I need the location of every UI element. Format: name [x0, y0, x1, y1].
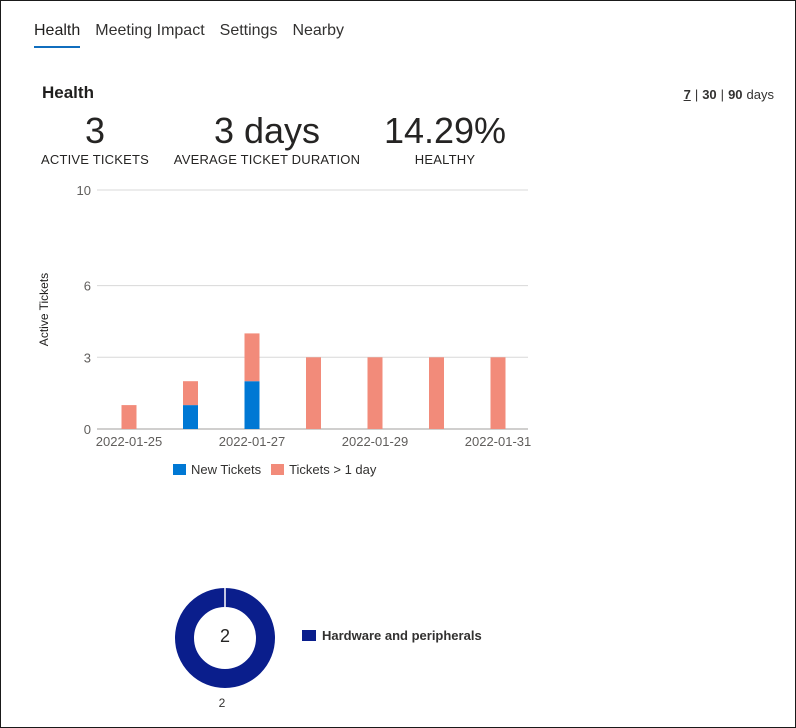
x-tick-label: 2022-01-25: [96, 434, 163, 449]
x-tick-label: 2022-01-29: [342, 434, 409, 449]
y-tick-label: 0: [84, 422, 91, 437]
bar-old-tickets: [367, 357, 383, 429]
bar-old-tickets: [490, 357, 506, 429]
legend-item-new-tickets[interactable]: New Tickets: [173, 462, 261, 477]
legend-label: Hardware and peripherals: [322, 628, 482, 643]
x-tick-label: 2022-01-31: [465, 434, 532, 449]
chart-canvas: 0 3 6 10 Active Tickets 2022-01-25 2022-01-27 2…: [37, 183, 532, 688]
y-tick-label: 6: [84, 279, 91, 294]
donut-legend-item[interactable]: Hardware and peripherals: [302, 628, 482, 643]
y-axis-title: Active Tickets: [37, 273, 51, 346]
bar-old-tickets: [121, 405, 137, 429]
legend-swatch: [302, 630, 316, 641]
bar-old-tickets: [429, 357, 444, 429]
chart-legend: New Tickets Tickets > 1 day: [173, 462, 376, 477]
legend-label: Tickets > 1 day: [289, 462, 377, 477]
donut-value-label: 2: [218, 696, 226, 710]
legend-swatch: [173, 464, 186, 475]
y-tick-label: 3: [84, 350, 91, 365]
donut-center-label: 2: [219, 626, 230, 646]
bar-old-tickets: [306, 357, 321, 429]
bar-new-tickets: [183, 405, 198, 429]
bar-old-tickets: [244, 333, 260, 382]
legend-label: New Tickets: [191, 462, 262, 477]
bar-new-tickets: [244, 381, 260, 429]
x-tick-label: 2022-01-27: [219, 434, 286, 449]
y-tick-label: 10: [77, 183, 91, 198]
bar-old-tickets: [183, 381, 198, 406]
legend-item-old-tickets[interactable]: Tickets > 1 day: [271, 462, 376, 477]
legend-swatch: [271, 464, 285, 475]
